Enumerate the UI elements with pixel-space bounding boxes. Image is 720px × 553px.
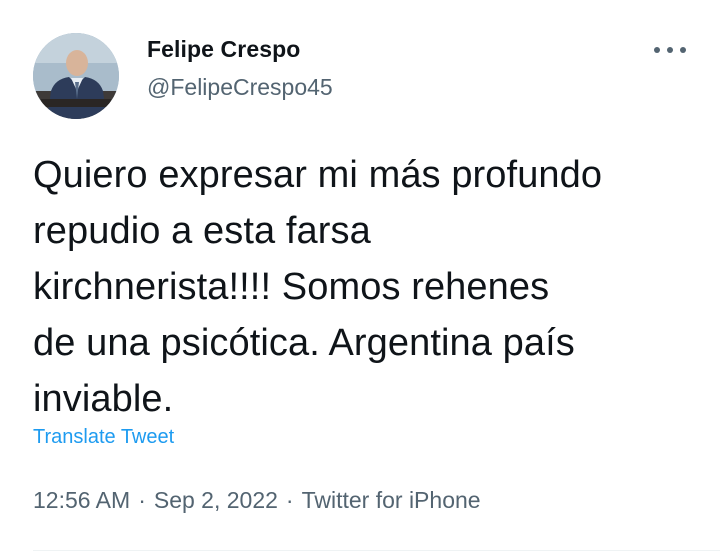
tweet-time[interactable]: 12:56 AM (33, 487, 130, 513)
tweet-source[interactable]: Twitter for iPhone (302, 487, 481, 513)
tweet-text-line: repudio a esta farsa (33, 210, 371, 252)
translate-tweet-link[interactable]: Translate Tweet (33, 426, 174, 449)
author-handle[interactable]: @FelipeCrespo45 (147, 74, 333, 101)
tweet-card: Felipe Crespo @FelipeCrespo45 Quiero exp… (0, 0, 720, 553)
tweet-text-line: inviable. (33, 378, 174, 420)
tweet-text-line: de una psicótica. Argentina país (33, 322, 575, 364)
more-options-button[interactable] (650, 38, 690, 62)
meta-separator: · (138, 487, 146, 513)
more-horizontal-icon (654, 47, 686, 53)
divider (33, 550, 720, 551)
tweet-text-line: Quiero expresar mi más profundo (33, 154, 603, 196)
meta-separator: · (285, 487, 294, 513)
author-display-name[interactable]: Felipe Crespo (147, 36, 300, 63)
tweet-date[interactable]: Sep 2, 2022 (154, 487, 278, 513)
tweet-text: Quiero expresar mi más profundo repudio … (33, 147, 695, 427)
avatar-photo (33, 33, 119, 119)
tweet-text-line: kirchnerista!!!! Somos rehenes (33, 266, 550, 308)
tweet-metadata: 12:56 AM · Sep 2, 2022 · Twitter for iPhone (33, 487, 481, 514)
avatar[interactable] (33, 33, 119, 119)
